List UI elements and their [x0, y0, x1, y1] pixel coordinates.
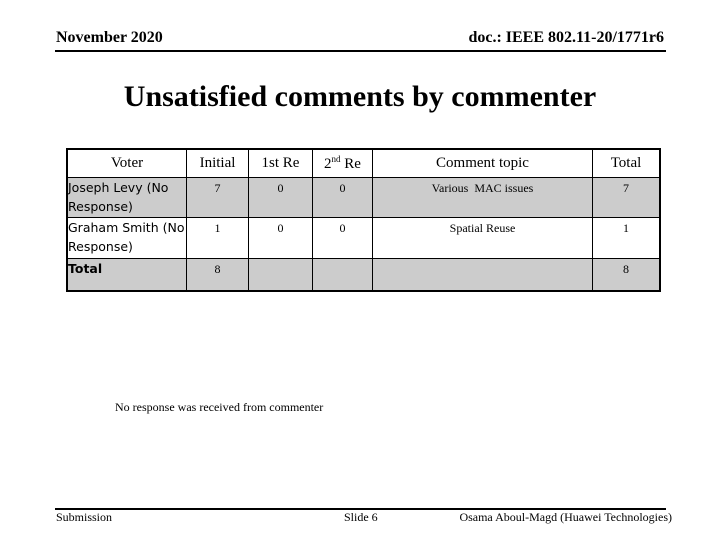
col-initial: Initial — [186, 148, 249, 178]
cell-total: 8 — [592, 258, 661, 292]
cell-voter: Graham Smith (No Response) — [66, 217, 187, 259]
header-divider — [55, 50, 666, 52]
cell-second-re: 0 — [312, 177, 373, 218]
col-voter: Voter — [66, 148, 187, 178]
cell-initial: 1 — [186, 217, 249, 259]
table-row: Graham Smith (No Response) 1 0 0 Spatial… — [66, 217, 661, 259]
cell-total: 7 — [592, 177, 661, 218]
slide-title: Unsatisfied comments by commenter — [123, 80, 597, 113]
table-header-row: Voter Initial 1st Re 2nd Re Comment topi… — [66, 148, 661, 178]
col-topic: Comment topic — [372, 148, 593, 178]
cell-first-re — [248, 258, 313, 292]
second-re-label: Re — [340, 156, 361, 172]
col-first-re: 1st Re — [248, 148, 313, 178]
table-total-row: Total 8 8 — [66, 258, 661, 292]
footer-author: Osama Aboul-Magd (Huawei Technologies) — [459, 510, 672, 524]
table-row: Joseph Levy (No Response) 7 0 0 Various … — [66, 177, 661, 218]
cell-voter: Joseph Levy (No Response) — [66, 177, 187, 218]
cell-topic — [372, 258, 593, 292]
second-re-num: 2 — [324, 156, 332, 172]
cell-total: 1 — [592, 217, 661, 259]
col-second-re: 2nd Re — [312, 148, 373, 178]
cell-first-re: 0 — [248, 217, 313, 259]
cell-initial: 8 — [186, 258, 249, 292]
cell-initial: 7 — [186, 177, 249, 218]
second-re-sup: nd — [331, 154, 341, 164]
header-doc-id: doc.: IEEE 802.11-20/1771r6 — [468, 29, 664, 46]
cell-topic: Various MAC issues — [372, 177, 593, 218]
cell-voter: Total — [66, 258, 187, 292]
table-caption: No response was received from commenter — [115, 400, 324, 414]
cell-second-re: 0 — [312, 217, 373, 259]
comments-table: Voter Initial 1st Re 2nd Re Comment topi… — [66, 148, 661, 292]
cell-topic: Spatial Reuse — [372, 217, 593, 259]
header-date: November 2020 — [56, 29, 163, 46]
cell-first-re: 0 — [248, 177, 313, 218]
col-total: Total — [592, 148, 661, 178]
footer-submission: Submission — [56, 510, 113, 524]
cell-second-re — [312, 258, 373, 292]
footer-slide-number: Slide 6 — [344, 510, 378, 524]
